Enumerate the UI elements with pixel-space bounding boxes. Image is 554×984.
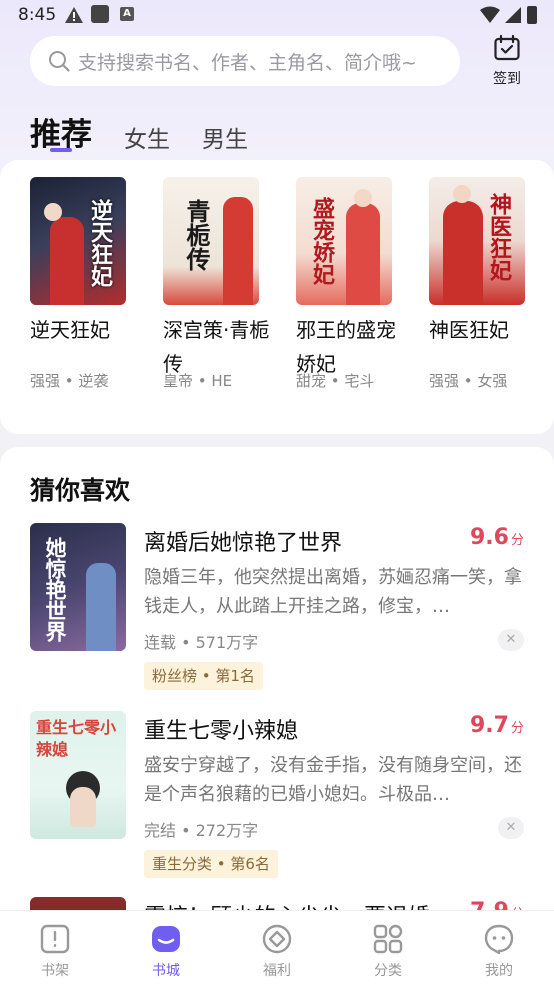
wifi-icon [480,6,500,23]
nav-welfare[interactable]: 福利 [242,923,312,980]
nav-bookshelf[interactable]: 书架 [20,923,90,980]
battery-icon [527,6,537,24]
app-notification-icon [91,5,109,23]
book-tags: 甜宠 • 宅斗 [296,372,375,390]
book-description: 隐婚三年，他突然提出离婚，苏婳忍痛一笑，拿钱走人，从此踏上开挂之路，修宝，… [144,567,522,617]
checkin-button[interactable]: 签到 [484,34,530,88]
nav-profile[interactable]: 我的 [464,923,534,980]
search-input[interactable]: 支持搜索书名、作者、主角名、简介哦~ [30,36,460,86]
book-score: 9.6 分 [470,525,524,550]
profile-icon [484,924,514,955]
cover-title: 她惊艳世界 [43,537,68,642]
status-bar: 8:45 A [0,0,554,32]
category-tabs: 推荐 女生 男生 [30,104,280,154]
category-icon [373,924,403,954]
book-title: 逆天狂妃 [30,318,110,342]
status-time: 8:45 [18,5,57,25]
book-cover: 青栀传 [163,177,259,305]
cover-title: 重生七零小辣媳 [36,718,117,759]
rank-badge: 粉丝榜 • 第1名 [144,662,263,690]
bottom-navigation: 书架 书城 福利 分类 我的 [0,910,554,984]
bookshelf-icon [40,924,70,954]
section-heading: 猜你喜欢 [30,476,131,505]
book-cover: 逆天狂妃 [30,177,126,305]
nav-label: 福利 [263,963,291,979]
book-tags: 强强 • 逆袭 [30,372,109,390]
nav-label: 书架 [41,963,69,979]
signal-icon [505,7,521,23]
cover-title: 神医狂妃 [486,193,512,281]
recommend-section: 逆天狂妃 逆天狂妃 强强 • 逆袭 青栀传 深宫策·青栀传 皇帝 • HE 盛宠… [0,160,554,434]
nav-bookstore[interactable]: 书城 [131,923,201,980]
tab-female[interactable]: 女生 [124,120,170,154]
recommend-book[interactable]: 神医狂妃 神医狂妃 [429,177,539,347]
cover-title: 逆天狂妃 [87,199,113,287]
book-cover: 盛宠娇妃 [296,177,392,305]
book-title: 离婚后她惊艳了世界 [144,531,343,556]
nav-label: 我的 [485,963,513,979]
book-description: 盛安宁穿越了，没有金手指，没有随身空间，还是个声名狼藉的已婚小媳妇。斗极品… [144,755,522,805]
book-tags: 皇帝 • HE [163,372,233,390]
book-list-item[interactable]: 重生七零小辣媳 重生七零小辣媳 9.7 分 盛安宁穿越了，没有金手指，没有随身空间… [0,711,554,891]
recommend-book[interactable]: 盛宠娇妃 邪王的盛宠娇妃 [296,177,406,381]
book-title: 神医狂妃 [429,318,509,342]
book-score: 9.7 分 [470,713,524,738]
nav-label: 书城 [152,963,180,979]
book-cover: 重生七零小辣媳 [30,711,126,839]
guess-you-like-section: 猜你喜欢 她惊艳世界 离婚后她惊艳了世界 9.6 分 隐婚三年，他突然提出离婚，苏… [0,447,554,984]
dismiss-icon[interactable]: ✕ [498,817,524,839]
bookstore-icon [152,926,180,952]
book-meta: 连载 • 571万字 [144,633,259,652]
recommend-book[interactable]: 青栀传 深宫策·青栀传 [163,177,273,381]
search-icon [49,51,70,72]
a-notification-icon: A [120,7,134,21]
tab-male[interactable]: 男生 [202,120,248,154]
warning-icon [65,7,83,23]
book-tags: 强强 • 女强 [429,372,508,390]
cover-title: 青栀传 [182,199,211,271]
nav-category[interactable]: 分类 [353,923,423,980]
book-list-item[interactable]: 她惊艳世界 离婚后她惊艳了世界 9.6 分 隐婚三年，他突然提出离婚，苏婳忍痛一笑… [0,523,554,703]
book-cover: 神医狂妃 [429,177,525,305]
book-cover: 她惊艳世界 [30,523,126,651]
welfare-icon [262,924,292,954]
calendar-check-icon [494,34,520,61]
search-placeholder: 支持搜索书名、作者、主角名、简介哦~ [78,51,417,74]
book-meta: 完结 • 272万字 [144,821,259,840]
recommend-book[interactable]: 逆天狂妃 逆天狂妃 [30,177,140,347]
dismiss-icon[interactable]: ✕ [498,629,524,651]
checkin-label: 签到 [493,71,521,87]
book-title: 重生七零小辣媳 [144,719,299,744]
tab-indicator [50,148,72,152]
cover-title: 盛宠娇妃 [309,197,335,285]
rank-badge: 重生分类 • 第6名 [144,850,278,878]
nav-label: 分类 [374,963,402,979]
